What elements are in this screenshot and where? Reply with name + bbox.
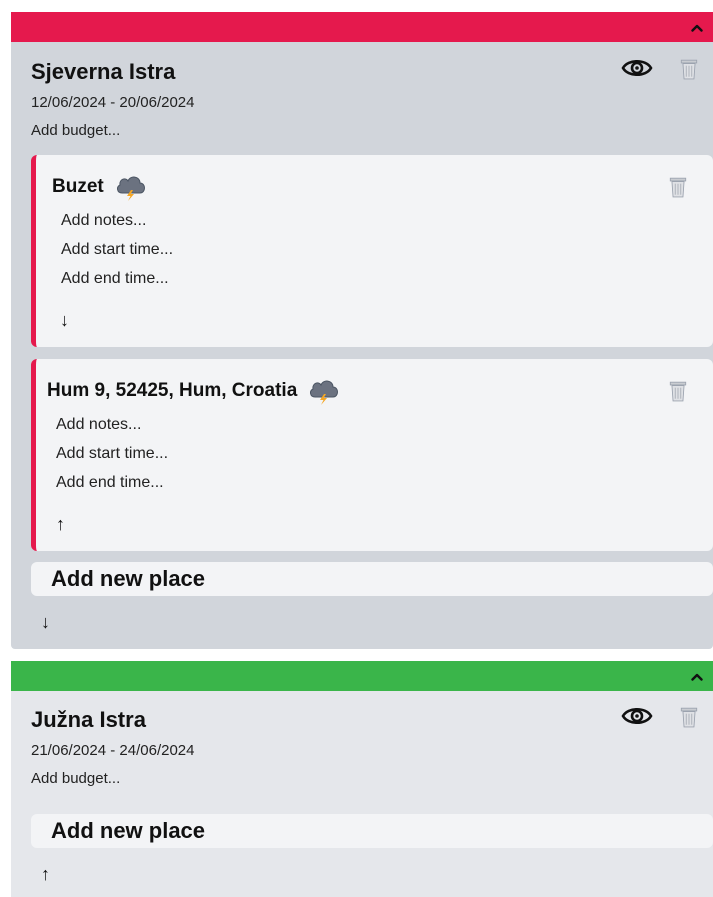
notes-field[interactable]: Add notes...	[61, 212, 146, 230]
move-trip-down-arrow[interactable]: ↓	[41, 612, 50, 633]
budget-field[interactable]: Add budget...	[31, 122, 120, 139]
add-new-place-label: Add new place	[51, 818, 206, 843]
add-new-place-button[interactable]: Add new place	[31, 562, 713, 596]
trip-body: Sjeverna Istra 12/06/2024 - 20/06/2024 A…	[11, 42, 713, 649]
trip-dates: 21/06/2024 - 24/06/2024	[31, 742, 195, 759]
trash-icon	[669, 176, 687, 198]
place-name: Buzet	[52, 176, 104, 197]
move-up-arrow[interactable]: ↑	[56, 514, 65, 535]
start-time-field[interactable]: Add start time...	[61, 241, 173, 259]
trip-color-bar	[11, 661, 713, 691]
end-time-field[interactable]: Add end time...	[56, 474, 164, 492]
notes-field[interactable]: Add notes...	[56, 416, 141, 434]
trash-icon	[669, 380, 687, 402]
add-new-place-label: Add new place	[51, 566, 206, 591]
eye-icon	[621, 704, 653, 728]
trash-icon	[680, 58, 698, 80]
place-title: Buzet	[52, 173, 148, 201]
collapse-button[interactable]	[689, 669, 705, 685]
add-new-place-button[interactable]: Add new place	[31, 814, 713, 848]
visibility-toggle[interactable]	[621, 56, 653, 85]
trip-color-bar	[11, 12, 713, 42]
trip-title: Sjeverna Istra	[31, 59, 176, 84]
trip-title: Južna Istra	[31, 707, 146, 732]
trash-icon	[680, 706, 698, 728]
delete-place-button[interactable]	[669, 380, 687, 407]
place-card: Hum 9, 52425, Hum, Croatia Add notes... …	[31, 359, 713, 551]
storm-cloud-icon	[307, 377, 341, 405]
chevron-up-icon	[691, 673, 703, 681]
delete-place-button[interactable]	[669, 176, 687, 203]
place-card: Buzet Add notes... Add start time... Add…	[31, 155, 713, 347]
delete-trip-button[interactable]	[680, 58, 698, 85]
move-down-arrow[interactable]: ↓	[60, 310, 69, 331]
end-time-field[interactable]: Add end time...	[61, 270, 169, 288]
trip-card: Sjeverna Istra 12/06/2024 - 20/06/2024 A…	[11, 12, 713, 649]
trip-card: Južna Istra 21/06/2024 - 24/06/2024 Add …	[11, 661, 713, 897]
eye-icon	[621, 56, 653, 80]
start-time-field[interactable]: Add start time...	[56, 445, 168, 463]
move-trip-up-arrow[interactable]: ↑	[41, 864, 50, 885]
budget-field[interactable]: Add budget...	[31, 770, 120, 787]
trip-dates: 12/06/2024 - 20/06/2024	[31, 94, 195, 111]
collapse-button[interactable]	[689, 20, 705, 36]
trip-body: Južna Istra 21/06/2024 - 24/06/2024 Add …	[11, 691, 713, 897]
visibility-toggle[interactable]	[621, 704, 653, 733]
storm-cloud-icon	[114, 173, 148, 201]
chevron-up-icon	[691, 24, 703, 32]
place-name: Hum 9, 52425, Hum, Croatia	[47, 380, 298, 401]
place-title: Hum 9, 52425, Hum, Croatia	[47, 377, 341, 405]
delete-trip-button[interactable]	[680, 706, 698, 733]
